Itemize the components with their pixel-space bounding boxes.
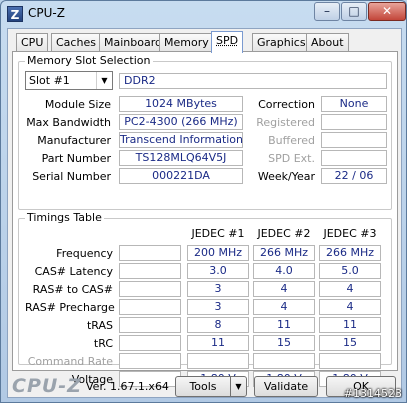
buffered-value — [321, 132, 387, 148]
timings-group: Timings Table JEDEC #1 JEDEC #2 JEDEC #3… — [18, 211, 392, 387]
week-year-label: Week/Year — [257, 170, 315, 183]
timing-cell: 4 — [319, 299, 381, 315]
watermark-text: #1314523 — [343, 387, 402, 400]
timing-cell — [253, 353, 315, 369]
timing-cell: 200 MHz — [187, 245, 249, 261]
timing-row-label: CAS# Latency — [34, 265, 113, 278]
timing-cell: 266 MHz — [319, 245, 381, 261]
correction-label: Correction — [258, 98, 315, 111]
column-header: JEDEC #3 — [323, 227, 377, 240]
module-size-label: Module Size — [44, 98, 111, 111]
timing-blank-cell — [119, 263, 181, 279]
timing-cell: 266 MHz — [253, 245, 315, 261]
tab-spd[interactable]: SPD — [211, 31, 244, 53]
timing-blank-cell — [119, 353, 181, 369]
spd-ext-label: SPD Ext. — [268, 152, 315, 165]
column-header: JEDEC #2 — [257, 227, 311, 240]
timing-cell: 4 — [319, 281, 381, 297]
tools-button[interactable]: Tools — [175, 376, 231, 397]
tab-cpu[interactable]: CPU — [16, 33, 49, 52]
tab-about[interactable]: About — [306, 33, 349, 52]
manufacturer-value: Transcend Information — [119, 132, 244, 148]
week-year-value: 22 / 06 — [321, 168, 387, 184]
timing-cell — [187, 353, 249, 369]
cpuz-window: Z CPU-Z – □ ✕ CPU Caches Mainboard Memor… — [0, 0, 407, 403]
minimize-button[interactable]: – — [314, 2, 340, 21]
cpuz-logo: CPU-Z — [12, 375, 82, 397]
timing-cell: 15 — [319, 335, 381, 351]
max-bandwidth-value: PC2-4300 (266 MHz) — [119, 114, 243, 130]
spd-panel: Memory Slot Selection Slot #1 ▼ DDR2 Mod… — [12, 51, 398, 387]
memory-type-value: DDR2 — [119, 73, 387, 89]
validate-button[interactable]: Validate — [254, 376, 318, 397]
chevron-down-icon: ▼ — [96, 72, 112, 89]
chevron-down-icon: ▼ — [235, 382, 242, 391]
timing-cell: 4 — [253, 281, 315, 297]
serial-number-value: 000221DA — [119, 168, 243, 184]
timing-cell: 11 — [253, 317, 315, 333]
timing-cell: 5.0 — [319, 263, 381, 279]
correction-value: None — [321, 96, 387, 112]
registered-value — [321, 114, 387, 130]
memory-slot-group: Memory Slot Selection Slot #1 ▼ DDR2 Mod… — [18, 54, 392, 210]
spd-ext-value — [321, 150, 387, 166]
slot-select[interactable]: Slot #1 ▼ — [25, 71, 113, 90]
cpuz-app-icon: Z — [7, 6, 23, 22]
close-button[interactable]: ✕ — [368, 2, 406, 21]
timing-blank-cell — [119, 281, 181, 297]
timing-blank-cell — [119, 245, 181, 261]
client-area: CPU Caches Mainboard Memory SPD Graphics… — [7, 28, 402, 398]
timing-cell: 4 — [253, 299, 315, 315]
module-size-value: 1024 MBytes — [119, 96, 243, 112]
timing-cell: 15 — [253, 335, 315, 351]
timing-cell: 11 — [319, 317, 381, 333]
timing-cell: 11 — [187, 335, 249, 351]
timing-blank-cell — [119, 335, 181, 351]
tab-graphics[interactable]: Graphics — [252, 33, 311, 52]
part-number-label: Part Number — [41, 152, 111, 165]
timing-blank-cell — [119, 317, 181, 333]
tab-mainboard[interactable]: Mainboard — [99, 33, 168, 52]
tab-memory[interactable]: Memory — [159, 33, 214, 52]
timing-row-label: tRC — [93, 337, 113, 350]
registered-label: Registered — [256, 116, 315, 129]
timing-cell: 3 — [187, 299, 249, 315]
timing-row-label: Command Rate — [27, 355, 113, 368]
part-number-value: TS128MLQ64V5J — [119, 150, 243, 166]
timing-blank-cell — [119, 299, 181, 315]
serial-number-label: Serial Number — [32, 170, 111, 183]
tab-caches[interactable]: Caches — [51, 33, 101, 52]
timing-cell: 3.0 — [187, 263, 249, 279]
timing-row-label: tRAS — [86, 319, 113, 332]
memory-slot-group-title: Memory Slot Selection — [25, 54, 153, 67]
manufacturer-label: Manufacturer — [37, 134, 111, 147]
timing-cell — [319, 353, 381, 369]
timing-cell: 8 — [187, 317, 249, 333]
timing-cell: 4.0 — [253, 263, 315, 279]
maximize-button[interactable]: □ — [341, 2, 367, 21]
timing-row-label: RAS# Precharge — [25, 301, 115, 314]
version-label: Ver. 1.67.1.x64 — [86, 380, 169, 393]
tab-bar: CPU Caches Mainboard Memory SPD Graphics… — [8, 31, 401, 53]
slot-select-value: Slot #1 — [29, 74, 70, 87]
tools-dropdown-button[interactable]: ▼ — [230, 376, 247, 397]
title-bar[interactable]: Z CPU-Z – □ ✕ — [1, 1, 406, 27]
timing-row-label: RAS# to CAS# — [32, 283, 113, 296]
buffered-label: Buffered — [268, 134, 315, 147]
timing-row-label: Frequency — [56, 247, 113, 260]
timings-group-title: Timings Table — [25, 211, 104, 224]
window-title: CPU-Z — [28, 6, 65, 20]
column-header: JEDEC #1 — [191, 227, 245, 240]
footer: CPU-Z Ver. 1.67.1.x64 Tools ▼ Validate O… — [8, 374, 401, 398]
timing-cell: 3 — [187, 281, 249, 297]
max-bandwidth-label: Max Bandwidth — [26, 116, 111, 129]
